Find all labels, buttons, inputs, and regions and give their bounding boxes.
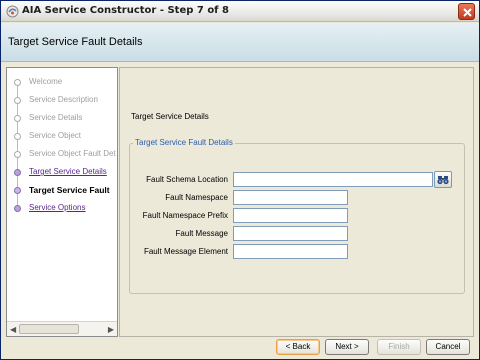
step-label: Service Details <box>29 113 83 122</box>
title-bar[interactable]: AIA Service Constructor - Step 7 of 8 <box>1 1 479 22</box>
fault-message-element-label: Fault Message Element <box>143 247 228 256</box>
step-navigator: Welcome Service Description Service Deta… <box>6 67 118 337</box>
page-title: Target Service Fault Details <box>8 36 143 48</box>
step-label: Service Object Fault Det <box>29 149 116 158</box>
field-row-fault-message: Fault Message <box>130 226 466 242</box>
step-target-service-details[interactable]: Target Service Details <box>7 166 117 180</box>
scroll-thumb[interactable] <box>19 324 79 334</box>
step-label[interactable]: Target Service Details <box>29 167 107 176</box>
fault-namespace-label: Fault Namespace <box>165 193 228 202</box>
scroll-right-icon[interactable]: ▶ <box>108 325 114 334</box>
fault-namespace-prefix-label: Fault Namespace Prefix <box>142 211 228 220</box>
window-title: AIA Service Constructor - Step 7 of 8 <box>22 5 229 16</box>
close-icon <box>463 8 472 17</box>
binoculars-icon <box>437 176 449 185</box>
fault-namespace-input[interactable] <box>233 190 348 205</box>
step-service-object-fault: Service Object Fault Det <box>7 148 117 162</box>
field-row-fault-namespace: Fault Namespace <box>130 190 466 206</box>
step-label: Service Object <box>29 131 82 140</box>
step-label[interactable]: Service Options <box>29 203 85 212</box>
field-row-fault-message-element: Fault Message Element <box>130 244 466 260</box>
fault-message-element-input[interactable] <box>233 244 348 259</box>
step-service-description: Service Description <box>7 94 117 108</box>
step-dot-icon <box>14 97 21 104</box>
wizard-window: AIA Service Constructor - Step 7 of 8 Ta… <box>0 0 480 360</box>
step-list: Welcome Service Description Service Deta… <box>7 68 117 320</box>
step-dot-icon <box>14 205 21 212</box>
step-welcome: Welcome <box>7 76 117 90</box>
back-button[interactable]: < Back <box>276 339 320 355</box>
step-dot-icon <box>14 115 21 122</box>
next-button[interactable]: Next > <box>325 339 369 355</box>
step-label: Target Service Fault <box>29 185 110 195</box>
step-dot-icon <box>14 151 21 158</box>
content-panel: Target Service Details Target Service Fa… <box>119 67 474 337</box>
step-dot-icon <box>14 187 21 194</box>
field-row-fault-namespace-prefix: Fault Namespace Prefix <box>130 208 466 224</box>
step-label: Service Description <box>29 95 98 104</box>
field-row-fault-schema-location: Fault Schema Location <box>130 171 466 188</box>
fault-details-group: Target Service Fault Details Fault Schem… <box>129 138 466 294</box>
nav-horizontal-scrollbar[interactable]: ◀ ▶ <box>7 321 117 336</box>
fault-message-input[interactable] <box>233 226 348 241</box>
step-target-service-fault: Target Service Fault <box>7 184 117 198</box>
step-service-options[interactable]: Service Options <box>7 202 117 216</box>
step-service-details: Service Details <box>7 112 117 126</box>
fault-schema-location-label: Fault Schema Location <box>146 175 228 184</box>
group-legend: Target Service Fault Details <box>133 138 235 147</box>
fault-message-label: Fault Message <box>175 229 228 238</box>
cancel-button[interactable]: Cancel <box>426 339 470 355</box>
page-header: Target Service Fault Details <box>1 23 479 62</box>
fault-schema-location-input[interactable] <box>233 172 433 187</box>
step-dot-icon <box>14 79 21 86</box>
step-dot-icon <box>14 169 21 176</box>
finish-button: Finish <box>377 339 421 355</box>
step-label: Welcome <box>29 77 63 86</box>
app-icon <box>6 5 19 18</box>
step-dot-icon <box>14 133 21 140</box>
fault-namespace-prefix-input[interactable] <box>233 208 348 223</box>
step-service-object: Service Object <box>7 130 117 144</box>
browse-button[interactable] <box>434 171 452 188</box>
section-label: Target Service Details <box>131 112 209 121</box>
close-button[interactable] <box>458 3 475 20</box>
scroll-left-icon[interactable]: ◀ <box>10 325 16 334</box>
